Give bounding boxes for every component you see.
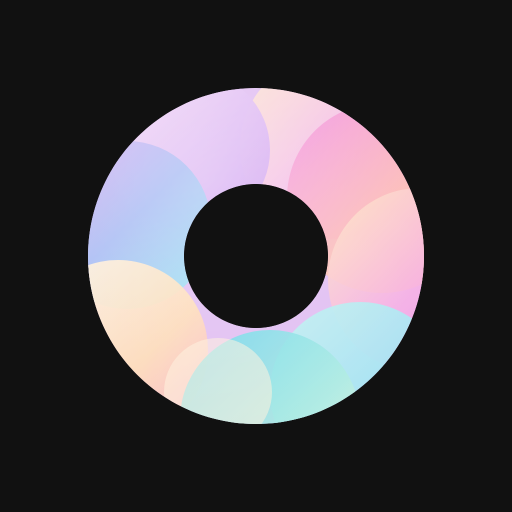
app-icon-canvas	[0, 0, 512, 512]
ring-center-hole	[184, 184, 328, 328]
ring-logo-icon	[87, 88, 424, 424]
